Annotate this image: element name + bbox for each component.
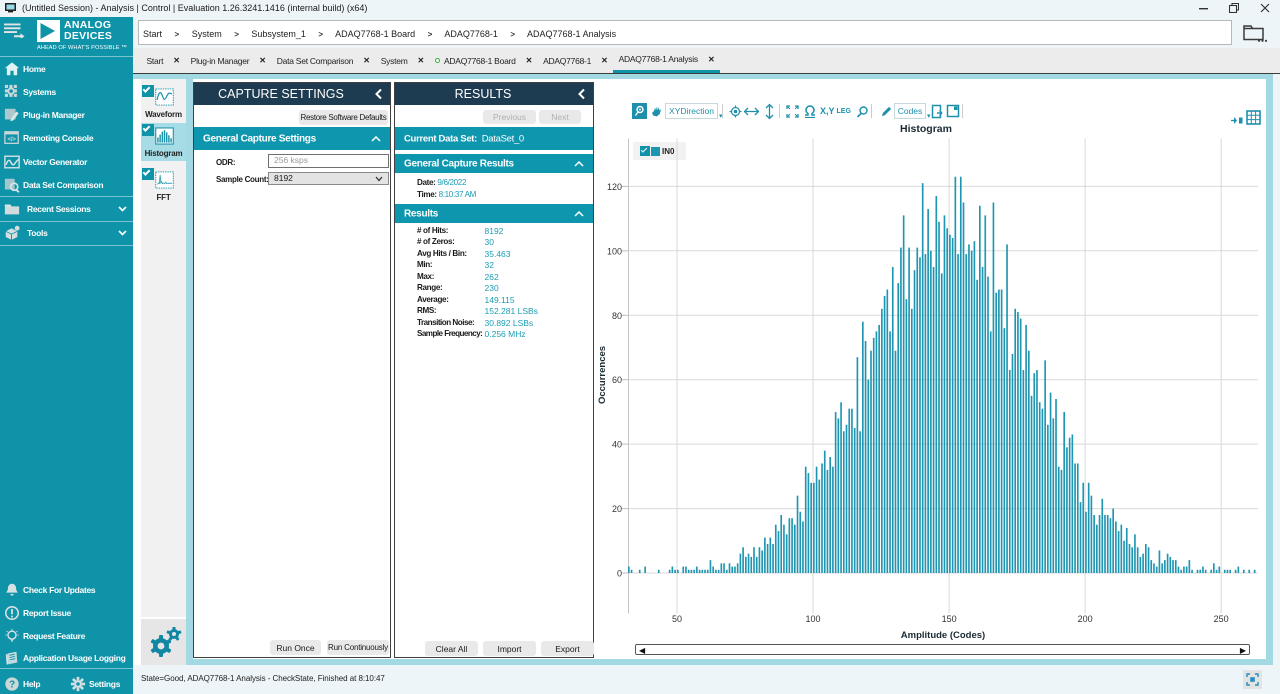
- svg-text:Occurrences: Occurrences: [597, 346, 608, 404]
- svg-text:50: 50: [672, 614, 682, 624]
- svg-text:100: 100: [805, 614, 820, 624]
- svg-text:250: 250: [1214, 614, 1229, 624]
- svg-text:200: 200: [1078, 614, 1093, 624]
- svg-text:80: 80: [612, 311, 622, 321]
- svg-text:60: 60: [612, 375, 622, 385]
- svg-text:40: 40: [612, 440, 622, 450]
- svg-text:100: 100: [607, 246, 622, 256]
- svg-text:120: 120: [607, 182, 622, 192]
- svg-text:20: 20: [612, 504, 622, 514]
- svg-text:</>: </>: [7, 136, 16, 143]
- svg-text:Amplitude (Codes): Amplitude (Codes): [901, 630, 985, 641]
- svg-text:150: 150: [942, 614, 957, 624]
- svg-text:0: 0: [617, 569, 622, 579]
- svg-text:?: ?: [9, 679, 15, 690]
